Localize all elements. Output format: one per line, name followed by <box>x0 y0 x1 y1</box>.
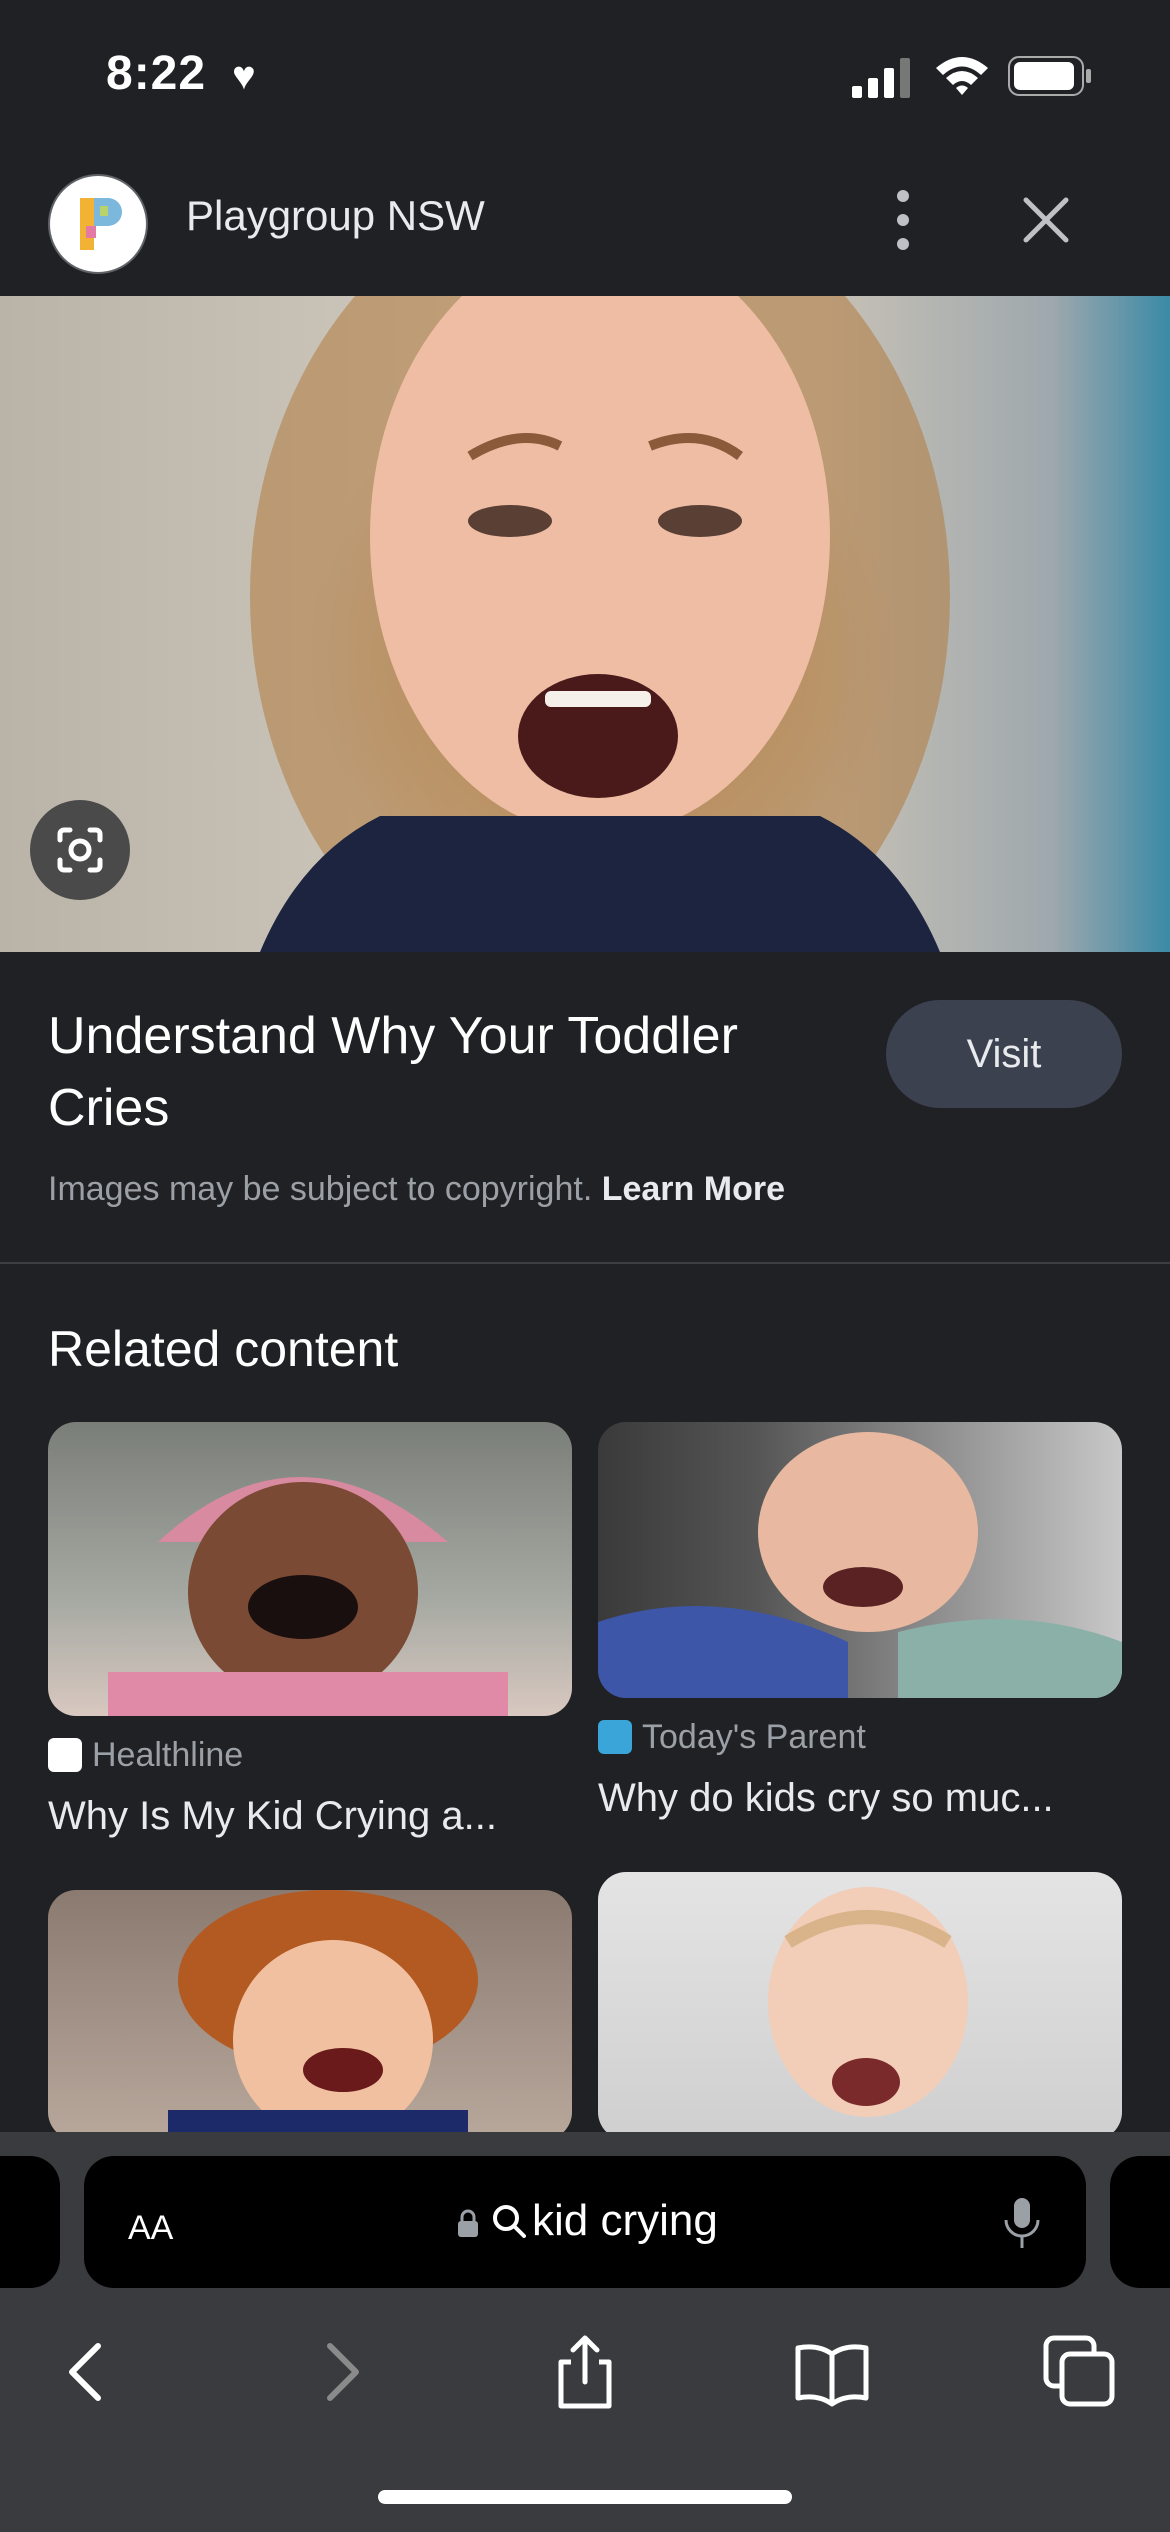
url-text[interactable]: kid crying <box>532 2196 718 2246</box>
copyright-notice: Images may be subject to copyright. Lear… <box>48 1170 785 1209</box>
todays-parent-logo-icon <box>598 1720 632 1754</box>
playgroup-logo-icon <box>80 198 122 250</box>
copyright-text: Images may be subject to copyright. <box>48 1170 593 1208</box>
lock-icon <box>458 2209 478 2237</box>
home-indicator <box>378 2490 792 2504</box>
crying-child-pink-hat-image <box>108 1477 508 1716</box>
related-source-todays-parent[interactable]: Today's Parent <box>598 1718 866 1757</box>
site-name[interactable]: Playgroup NSW <box>186 192 485 240</box>
image-title[interactable]: Understand Why Your Toddler Cries <box>48 1000 848 1144</box>
share-icon[interactable] <box>545 2332 625 2412</box>
browser-toolbar: AA kid crying <box>0 2132 1170 2532</box>
close-icon[interactable] <box>1016 190 1076 250</box>
image-viewer-header: Playgroup NSW <box>0 150 1170 296</box>
crying-toddler-image <box>250 296 950 952</box>
healthline-logo-icon <box>48 1738 82 1772</box>
divider <box>0 1262 1170 1264</box>
forward-icon[interactable] <box>300 2332 380 2412</box>
lens-search-button[interactable] <box>30 800 130 900</box>
site-logo[interactable] <box>48 174 148 274</box>
microphone-icon[interactable] <box>1002 2196 1042 2252</box>
cellular-signal-icon <box>852 58 910 98</box>
crying-redhead-child-image <box>168 1890 478 2140</box>
address-bar[interactable]: AA kid crying <box>84 2156 1086 2288</box>
related-image-healthline[interactable] <box>48 1422 572 1716</box>
related-image-4[interactable] <box>598 1872 1122 2140</box>
reader-options-button[interactable]: AA <box>128 2196 173 2250</box>
search-icon <box>493 2205 526 2238</box>
crying-baby-image <box>768 1887 968 2117</box>
related-content-heading: Related content <box>48 1321 399 1377</box>
status-time: 8:22 <box>106 47 207 100</box>
lens-icon <box>57 827 103 873</box>
heart-icon: ♥ <box>232 54 256 98</box>
related-image-todays-parent[interactable] <box>598 1422 1122 1698</box>
tabs-icon[interactable] <box>1040 2332 1120 2412</box>
battery-icon <box>1008 56 1091 96</box>
related-source-healthline[interactable]: Healthline <box>48 1736 243 1775</box>
main-image[interactable] <box>0 296 1170 952</box>
related-caption-todays-parent[interactable]: Why do kids cry so muc... <box>598 1776 1054 1821</box>
learn-more-link[interactable]: Learn More <box>602 1170 785 1208</box>
visit-button[interactable]: Visit <box>886 1000 1122 1108</box>
related-caption-healthline[interactable]: Why Is My Kid Crying a... <box>48 1794 497 1839</box>
next-tab-peek[interactable] <box>1110 2156 1170 2288</box>
more-options-icon[interactable] <box>878 180 928 260</box>
previous-tab-peek[interactable] <box>0 2156 60 2288</box>
crying-child-held-image <box>598 1432 1122 1698</box>
back-icon[interactable] <box>48 2332 128 2412</box>
related-image-3[interactable] <box>48 1890 572 2140</box>
status-bar: 8:22 ♥ <box>0 0 1170 150</box>
wifi-icon <box>936 57 988 95</box>
bookmarks-icon[interactable] <box>792 2332 872 2412</box>
